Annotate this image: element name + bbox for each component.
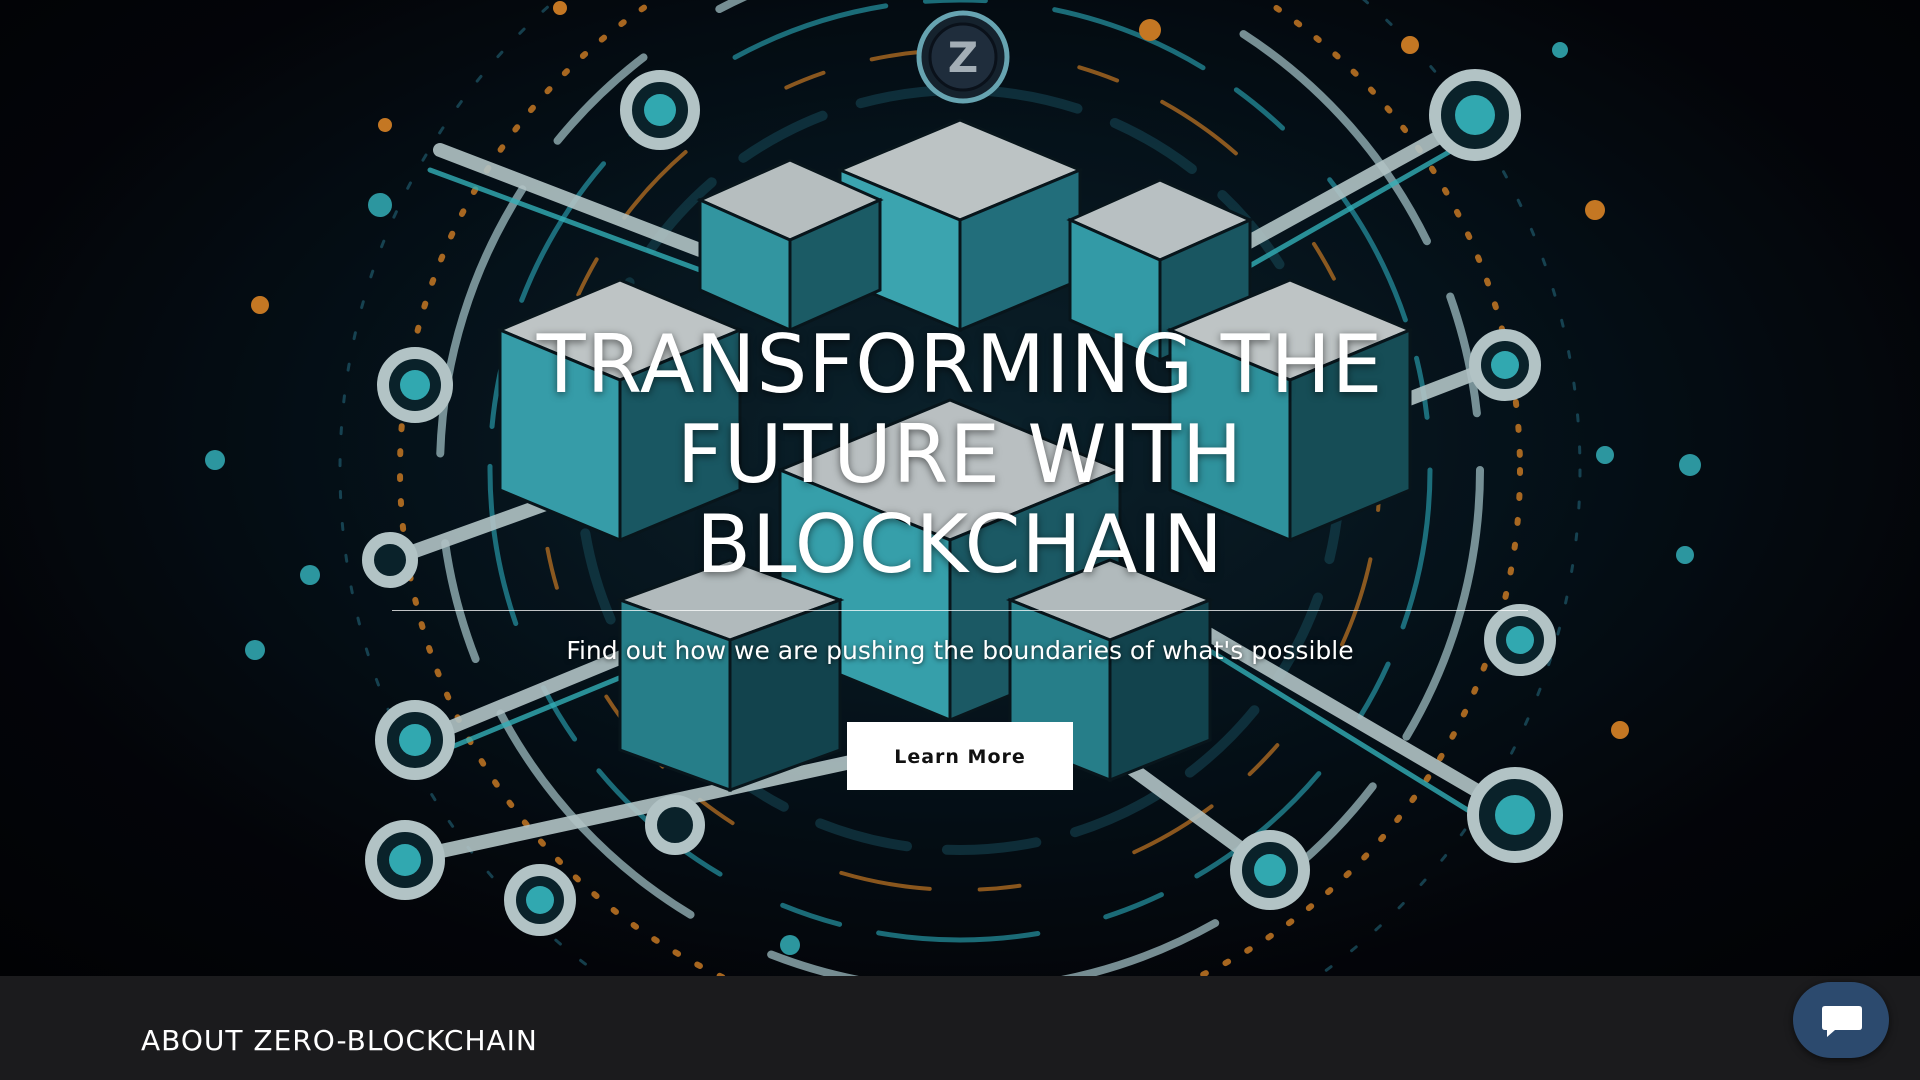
chat-bubble-icon	[1822, 1006, 1862, 1037]
page: Z TRANSFORMING THE FUTURE WITH BLOCKCHAI…	[0, 0, 1920, 1080]
hero-subtitle: Find out how we are pushing the boundari…	[566, 636, 1354, 665]
about-title: ABOUT ZERO-BLOCKCHAIN	[141, 1024, 538, 1057]
hero-title: TRANSFORMING THE FUTURE WITH BLOCKCHAIN	[536, 318, 1384, 591]
hero-divider	[392, 610, 1528, 611]
hero-section: Z TRANSFORMING THE FUTURE WITH BLOCKCHAI…	[0, 0, 1920, 976]
chat-button[interactable]	[1793, 982, 1889, 1058]
hero-content: TRANSFORMING THE FUTURE WITH BLOCKCHAIN …	[0, 320, 1920, 790]
about-section: ABOUT ZERO-BLOCKCHAIN	[0, 976, 1920, 1080]
learn-more-button[interactable]: Learn More	[847, 722, 1073, 790]
